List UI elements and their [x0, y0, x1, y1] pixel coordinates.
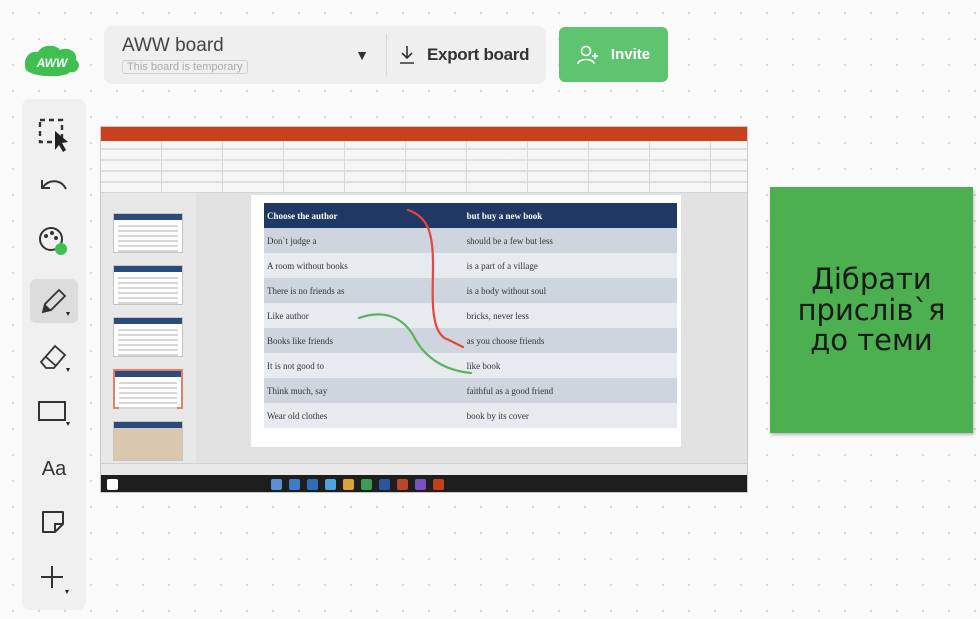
tool-panel: Aa	[22, 99, 86, 610]
add-tool[interactable]	[30, 557, 78, 601]
ink-annotations	[357, 208, 473, 375]
rectangle-icon	[38, 401, 70, 426]
eraser-icon	[39, 344, 70, 372]
selection-cursor-icon	[38, 118, 68, 152]
board-temporary-note: This board is temporary	[122, 60, 248, 74]
slide-thumbnail	[113, 213, 183, 253]
logo-text: AWW	[36, 56, 69, 70]
status-bar	[101, 463, 747, 475]
app-icon	[325, 479, 336, 490]
app-icon	[433, 479, 444, 490]
export-board-button[interactable]: Export board	[399, 45, 529, 65]
export-board-label: Export board	[427, 45, 530, 64]
color-tool[interactable]	[30, 219, 78, 263]
app-icon	[307, 479, 318, 490]
sticky-note-icon	[42, 511, 64, 533]
red-ink-stroke	[406, 208, 465, 349]
undo-arrow-icon	[41, 180, 67, 190]
app-icon	[415, 479, 426, 490]
board-bar: AWW board This board is temporary ▼ Expo…	[104, 26, 546, 84]
undo-tool[interactable]	[30, 165, 78, 209]
select-tool[interactable]	[30, 113, 78, 157]
sticky-note-text[interactable]: Дібрати прислів`я до теми	[798, 264, 946, 355]
palette-icon	[39, 227, 67, 255]
app-icon	[289, 479, 300, 490]
pen-tool[interactable]	[30, 279, 78, 323]
eraser-tool[interactable]	[30, 335, 78, 379]
text-tool[interactable]: Aa	[30, 447, 78, 491]
app-icon	[361, 479, 372, 490]
slide-thumbnail	[113, 317, 183, 357]
pencil-icon	[41, 288, 70, 316]
slide-thumbnail	[113, 421, 183, 461]
board-name-selector[interactable]: AWW board This board is temporary	[104, 35, 354, 75]
window-titlebar	[101, 127, 747, 141]
slide-canvas: Choose the author but buy a new book Don…	[196, 193, 747, 463]
invite-label: Invite	[610, 46, 651, 63]
sticky-note[interactable]: Дібрати прислів`я до теми	[770, 187, 973, 433]
slide: Choose the author but buy a new book Don…	[251, 195, 681, 447]
app-icon	[379, 479, 390, 490]
plus-icon	[41, 566, 69, 594]
add-user-icon	[577, 45, 598, 64]
aww-logo[interactable]: AWW	[20, 40, 84, 80]
slide-thumbnail-selected	[113, 369, 183, 409]
caret-down-icon[interactable]: ▼	[354, 47, 370, 63]
invite-button[interactable]: Invite	[559, 27, 668, 82]
divider	[386, 34, 387, 76]
text-tool-label: Aa	[41, 457, 67, 480]
start-icon	[107, 479, 118, 490]
app-icon	[397, 479, 408, 490]
board-title[interactable]: AWW board	[122, 35, 354, 57]
slide-thumbnails	[101, 193, 196, 463]
ribbon-area	[101, 141, 747, 193]
windows-taskbar	[101, 475, 747, 492]
pasted-screenshot-image[interactable]: Choose the author but buy a new book Don…	[100, 126, 748, 493]
shape-tool[interactable]	[30, 391, 78, 435]
app-icon	[271, 479, 282, 490]
slide-thumbnail	[113, 265, 183, 305]
download-icon	[400, 46, 414, 64]
app-icon	[343, 479, 354, 490]
sticky-note-tool[interactable]	[30, 501, 78, 545]
